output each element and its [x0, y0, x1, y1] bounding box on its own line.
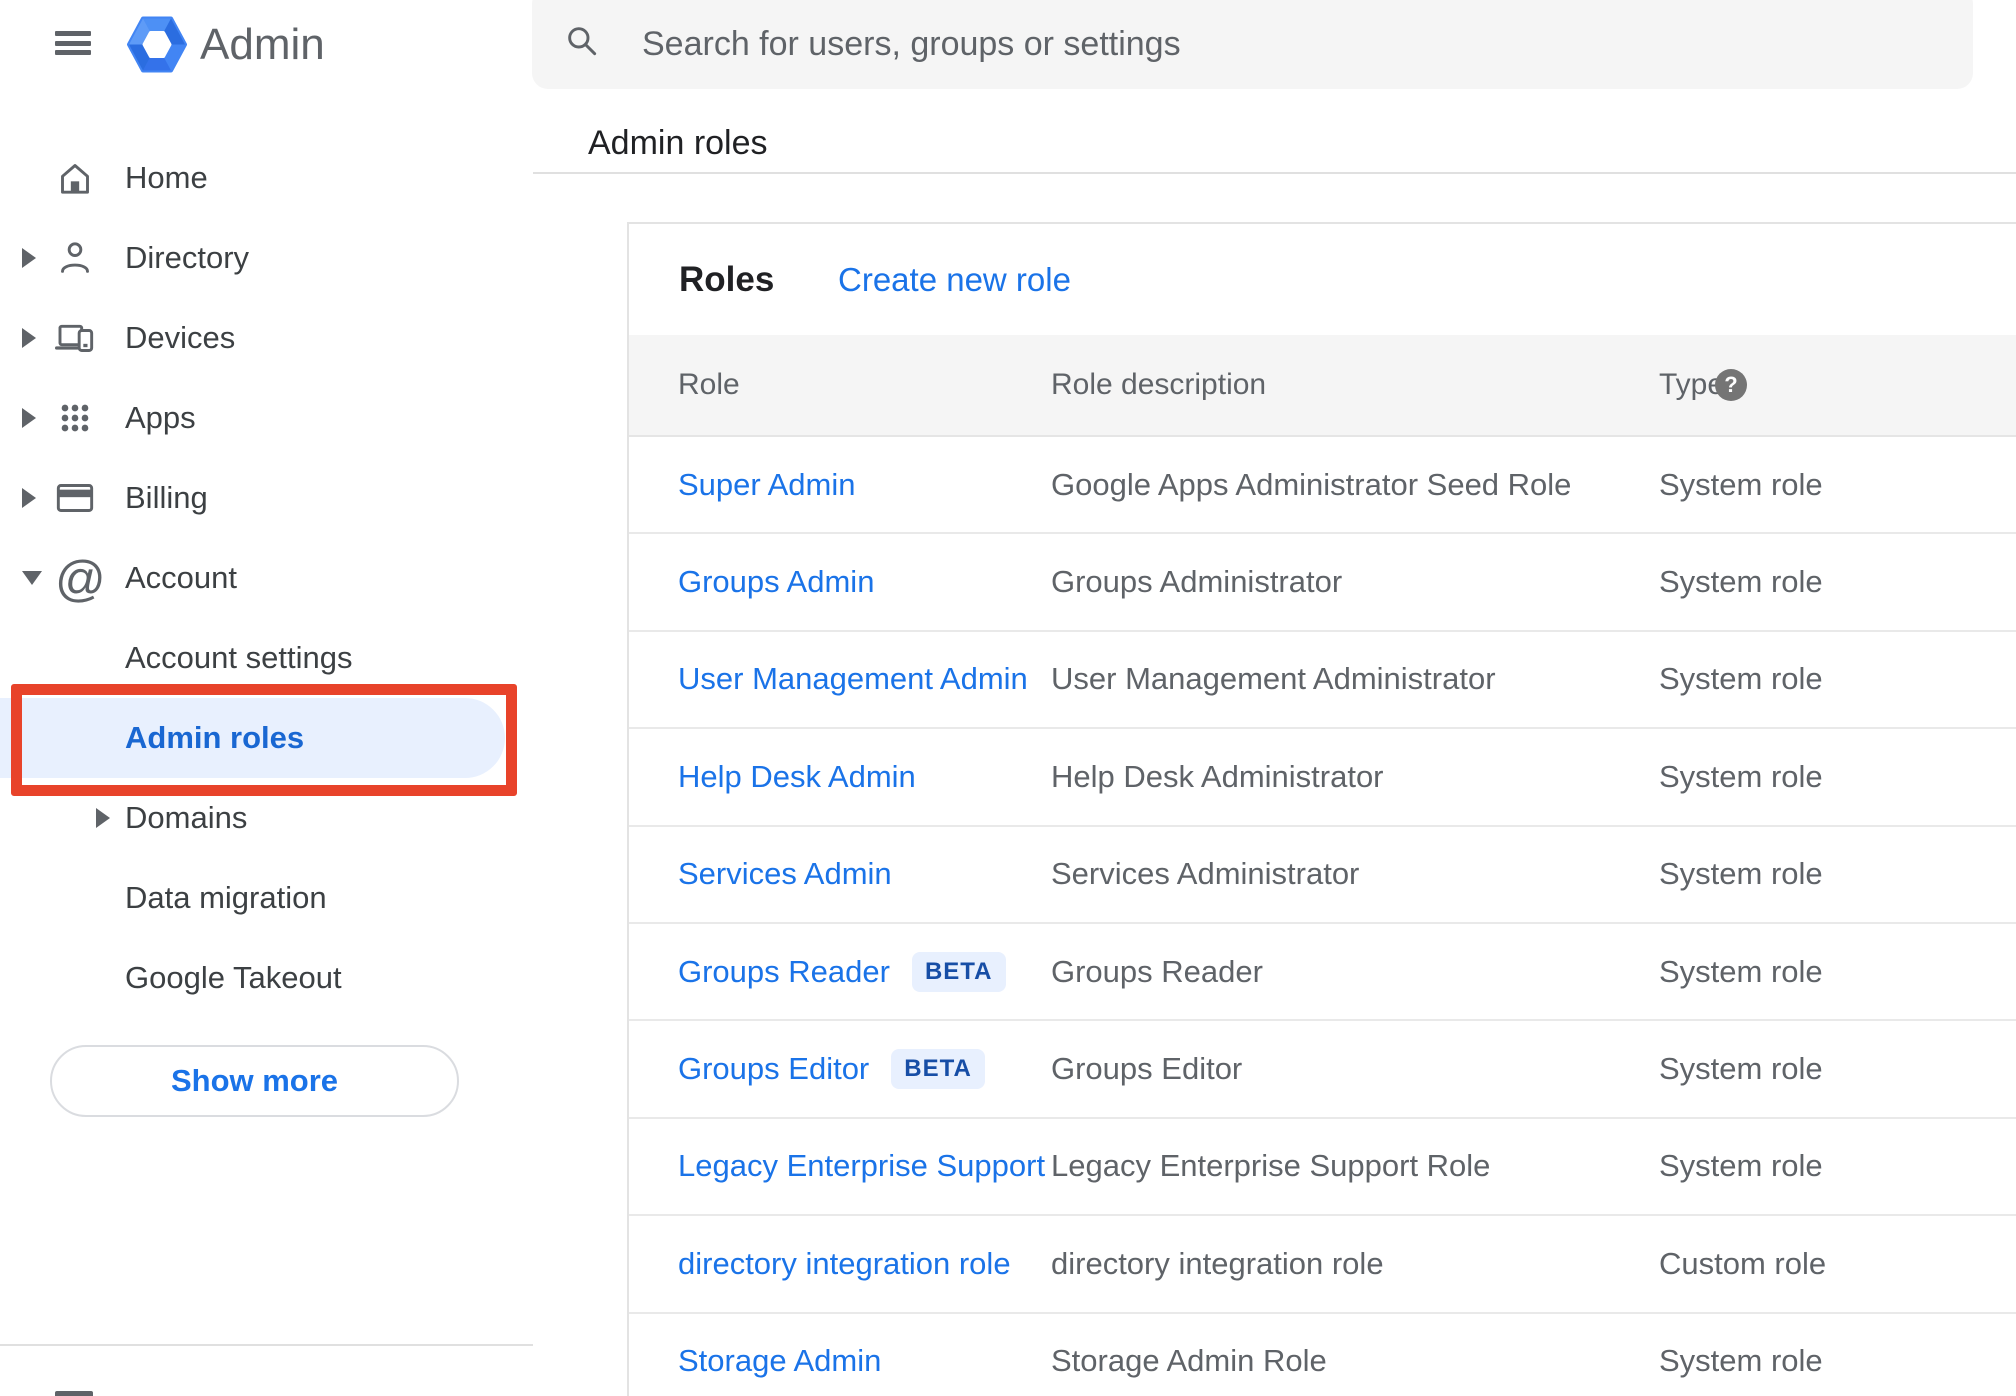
roles-card: Roles Create new role Role Role descript…	[627, 222, 2016, 1396]
sidebar-item-label: Account settings	[125, 640, 353, 675]
beta-badge: BETA	[911, 951, 1006, 992]
billing-icon	[55, 478, 95, 518]
admin-logo-hexagon-icon	[127, 16, 187, 73]
admin-logo-text: Admin	[200, 20, 325, 69]
table-row: User Management Admin User Management Ad…	[629, 632, 2016, 730]
sidebar-bottom-divider	[0, 1344, 533, 1346]
sidebar-item-home[interactable]: Home	[0, 138, 533, 218]
sidebar-item-apps[interactable]: Apps	[0, 378, 533, 458]
at-icon: @	[55, 551, 106, 607]
table-row: Storage Admin Storage Admin Role System …	[629, 1314, 2016, 1396]
sidebar-item-label: Home	[125, 160, 208, 195]
role-type: System role	[1659, 953, 1823, 989]
role-type: System role	[1659, 564, 1823, 600]
role-link[interactable]: directory integration role	[678, 1246, 1011, 1282]
table-row: Groups Reader BETA Groups Reader System …	[629, 924, 2016, 1022]
role-description: Google Apps Administrator Seed Role	[1051, 466, 1572, 502]
role-description: Services Administrator	[1051, 856, 1360, 892]
role-description: Groups Reader	[1051, 953, 1263, 989]
sidebar-item-label: Google Takeout	[125, 960, 342, 995]
person-icon	[55, 238, 95, 278]
role-description: Storage Admin Role	[1051, 1343, 1327, 1379]
role-link[interactable]: Groups Editor	[678, 1051, 869, 1087]
role-type: System role	[1659, 856, 1823, 892]
expand-arrow-icon[interactable]	[22, 488, 36, 508]
role-type: System role	[1659, 1343, 1823, 1379]
table-row: Groups Editor BETA Groups Editor System …	[629, 1021, 2016, 1119]
apps-icon	[55, 398, 95, 438]
role-link[interactable]: Groups Reader	[678, 954, 890, 990]
role-description: Legacy Enterprise Support Role	[1051, 1148, 1491, 1184]
sidebar-item-data-migration[interactable]: Data migration	[0, 858, 533, 938]
table-row: Services Admin Services Administrator Sy…	[629, 827, 2016, 924]
table-row: directory integration role directory int…	[629, 1216, 2016, 1314]
role-type: System role	[1659, 466, 1823, 502]
sidebar: Admin Home Directory Devices Apps Billin…	[0, 0, 533, 1396]
role-type: System role	[1659, 1051, 1823, 1087]
hamburger-menu-icon[interactable]	[55, 31, 91, 55]
roles-table-body: Super Admin Google Apps Administrator Se…	[629, 437, 2016, 1396]
sidebar-item-google-takeout[interactable]: Google Takeout	[0, 938, 533, 1018]
sidebar-item-account-settings[interactable]: Account settings	[0, 618, 533, 698]
table-row: Super Admin Google Apps Administrator Se…	[629, 437, 2016, 535]
column-header-description: Role description	[1051, 368, 1267, 401]
sidebar-item-billing[interactable]: Billing	[0, 458, 533, 538]
sidebar-item-label: Data migration	[125, 880, 327, 915]
sidebar-item-label: Account	[125, 560, 238, 595]
role-type: System role	[1659, 1148, 1823, 1184]
partial-sidebar-icon	[55, 1391, 93, 1396]
sidebar-item-admin-roles[interactable]: Admin roles	[0, 698, 533, 778]
role-description: User Management Administrator	[1051, 661, 1496, 697]
expand-arrow-icon[interactable]	[22, 248, 36, 268]
sidebar-item-account[interactable]: @ Account	[0, 538, 533, 618]
table-row: Help Desk Admin Help Desk Administrator …	[629, 729, 2016, 827]
sidebar-item-domains[interactable]: Domains	[0, 778, 533, 858]
role-link[interactable]: Legacy Enterprise Support	[678, 1148, 1045, 1184]
sidebar-item-label: Domains	[125, 800, 248, 835]
expand-arrow-icon[interactable]	[22, 408, 36, 428]
table-row: Legacy Enterprise Support Legacy Enterpr…	[629, 1119, 2016, 1217]
sidebar-item-label: Admin roles	[125, 720, 305, 755]
role-description: Groups Administrator	[1051, 564, 1343, 600]
expand-arrow-icon[interactable]	[96, 808, 110, 828]
sidebar-item-label: Devices	[125, 320, 236, 355]
search-bar[interactable]	[532, 0, 1973, 89]
sidebar-item-label: Billing	[125, 480, 208, 515]
home-icon	[55, 158, 95, 198]
create-new-role-link[interactable]: Create new role	[838, 224, 1071, 335]
role-link[interactable]: Storage Admin	[678, 1343, 881, 1379]
google-admin-console: Admin Home Directory Devices Apps Billin…	[0, 0, 2016, 1396]
expand-arrow-icon[interactable]	[22, 328, 36, 348]
card-title: Roles	[679, 260, 775, 299]
show-more-button[interactable]: Show more	[50, 1045, 459, 1117]
search-icon	[568, 27, 597, 56]
role-link[interactable]: Services Admin	[678, 856, 892, 892]
role-link[interactable]: Super Admin	[678, 467, 856, 503]
beta-badge: BETA	[891, 1049, 985, 1090]
search-input[interactable]	[640, 8, 1894, 80]
table-row: Groups Admin Groups Administrator System…	[629, 534, 2016, 632]
role-type: System role	[1659, 661, 1823, 697]
card-header: Roles Create new role	[629, 224, 2016, 335]
content-divider	[533, 172, 2016, 174]
role-type: System role	[1659, 758, 1823, 794]
role-link[interactable]: Help Desk Admin	[678, 759, 916, 795]
role-link[interactable]: User Management Admin	[678, 661, 1028, 697]
role-description: directory integration role	[1051, 1245, 1384, 1281]
expand-arrow-icon[interactable]	[22, 571, 42, 585]
sidebar-item-label: Apps	[125, 400, 196, 435]
devices-icon	[55, 318, 95, 358]
sidebar-item-devices[interactable]: Devices	[0, 298, 533, 378]
help-icon[interactable]: ?	[1715, 369, 1747, 401]
role-description: Groups Editor	[1051, 1051, 1243, 1087]
column-header-role: Role	[678, 368, 740, 401]
sidebar-item-directory[interactable]: Directory	[0, 218, 533, 298]
role-link[interactable]: Groups Admin	[678, 564, 874, 600]
breadcrumb: Admin roles	[588, 124, 768, 162]
sidebar-item-label: Directory	[125, 240, 250, 275]
role-type: Custom role	[1659, 1245, 1827, 1281]
role-description: Help Desk Administrator	[1051, 758, 1384, 794]
table-header: Role Role description Type ?	[629, 335, 2016, 437]
